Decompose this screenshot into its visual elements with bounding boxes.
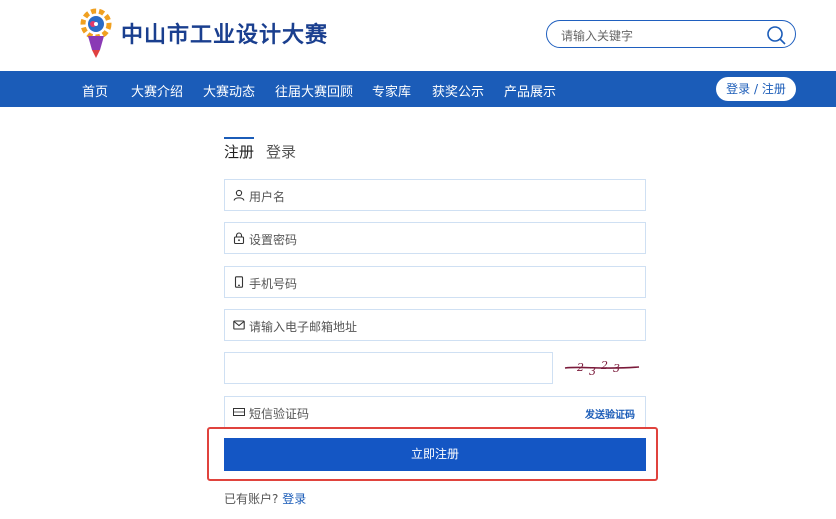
mail-icon: [233, 320, 245, 330]
site-title: 中山市工业设计大赛: [121, 23, 329, 48]
captcha-input[interactable]: [224, 352, 553, 384]
svg-text:3: 3: [589, 365, 596, 378]
lock-icon: [233, 232, 245, 244]
register-submit-button[interactable]: 立即注册: [224, 438, 646, 471]
nav-item-products[interactable]: 产品展示: [504, 81, 556, 100]
svg-text:2: 2: [600, 359, 608, 372]
sms-code-placeholder: 短信验证码: [249, 407, 310, 421]
nav-item-review[interactable]: 往届大赛回顾: [275, 81, 353, 100]
nav-item-intro[interactable]: 大赛介绍: [131, 81, 183, 100]
tab-active-indicator: [224, 137, 254, 139]
tab-login[interactable]: 登录: [266, 141, 296, 162]
email-field[interactable]: 请输入电子邮箱地址: [224, 309, 646, 341]
email-placeholder: 请输入电子邮箱地址: [249, 320, 358, 334]
login-register-button[interactable]: 登录 / 注册: [716, 77, 796, 101]
password-field[interactable]: 设置密码: [224, 222, 646, 254]
username-placeholder: 用户名: [249, 190, 286, 204]
has-account-line: 已有账户? 登录: [224, 490, 306, 507]
search-input[interactable]: 请输入关键字: [561, 27, 633, 44]
tab-register[interactable]: 注册: [224, 141, 254, 162]
user-icon: [233, 189, 245, 201]
has-account-text: 已有账户?: [224, 492, 279, 506]
nav-item-home[interactable]: 首页: [82, 81, 108, 100]
sms-code-field[interactable]: 短信验证码 发送验证码: [224, 396, 646, 428]
main-nav: 首页 大赛介绍 大赛动态 往届大赛回顾 专家库 获奖公示 产品展示 登录 / 注…: [0, 71, 836, 107]
login-link[interactable]: 登录: [282, 492, 306, 506]
svg-text:3: 3: [613, 362, 620, 375]
captcha-image[interactable]: 2 3 2 3: [563, 354, 641, 380]
logo-icon: [80, 8, 112, 58]
nav-item-experts[interactable]: 专家库: [372, 81, 411, 100]
keypad-icon: [233, 408, 245, 416]
search-icon[interactable]: [765, 24, 787, 46]
password-placeholder: 设置密码: [249, 233, 298, 247]
username-field[interactable]: 用户名: [224, 179, 646, 211]
phone-icon: [234, 276, 244, 288]
phone-field[interactable]: 手机号码: [224, 266, 646, 298]
nav-item-news[interactable]: 大赛动态: [203, 81, 255, 100]
svg-text:2: 2: [576, 361, 584, 374]
site-header: 中山市工业设计大赛 请输入关键字: [0, 0, 836, 70]
nav-item-awards[interactable]: 获奖公示: [432, 81, 484, 100]
phone-placeholder: 手机号码: [249, 277, 298, 291]
send-code-button[interactable]: 发送验证码: [585, 406, 635, 421]
search-box[interactable]: 请输入关键字: [546, 20, 796, 48]
